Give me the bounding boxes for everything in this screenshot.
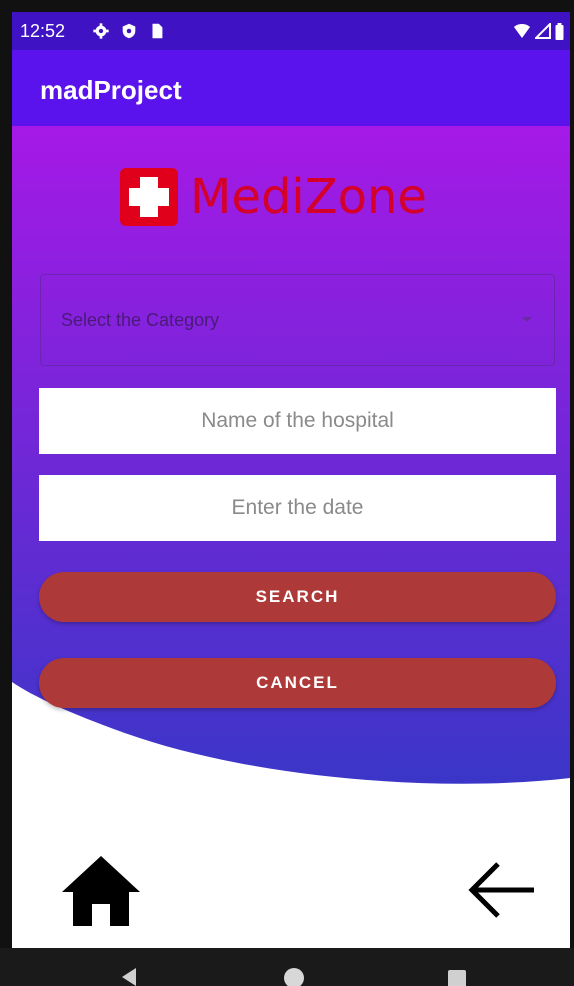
system-nav-bar bbox=[0, 948, 574, 986]
medical-cross-icon bbox=[120, 168, 178, 226]
sim-card-icon bbox=[152, 23, 163, 39]
signal-icon bbox=[535, 23, 551, 39]
home-icon[interactable] bbox=[60, 854, 142, 928]
main-content: MediZone Select the Category Name of the… bbox=[12, 126, 570, 948]
status-bar: 12:52 bbox=[12, 12, 570, 50]
status-right-icons bbox=[513, 21, 564, 41]
battery-icon bbox=[555, 22, 564, 40]
hospital-name-input[interactable]: Name of the hospital bbox=[39, 388, 556, 454]
dropdown-arrow-icon bbox=[522, 317, 532, 322]
nav-home-icon[interactable] bbox=[284, 968, 304, 986]
status-time: 12:52 bbox=[20, 21, 66, 41]
settings-icon bbox=[93, 23, 109, 39]
app-bar: madProject bbox=[12, 50, 570, 126]
logo-brand-text: MediZone bbox=[190, 169, 427, 225]
screen: 12:52 madProject MediZone Select the Cat… bbox=[12, 12, 570, 948]
shield-icon bbox=[122, 23, 136, 39]
category-select[interactable]: Select the Category bbox=[40, 274, 555, 366]
cancel-button[interactable]: CANCEL bbox=[39, 658, 556, 708]
date-input[interactable]: Enter the date bbox=[39, 475, 556, 541]
frame-left bbox=[0, 0, 12, 986]
date-placeholder: Enter the date bbox=[231, 496, 364, 519]
frame-right bbox=[570, 0, 574, 986]
arrow-left-icon[interactable] bbox=[464, 858, 536, 922]
medizone-logo: MediZone bbox=[120, 166, 427, 228]
category-select-value: Select the Category bbox=[61, 310, 220, 330]
frame-top bbox=[0, 0, 574, 12]
nav-recents-icon[interactable] bbox=[448, 970, 466, 986]
search-button[interactable]: SEARCH bbox=[39, 572, 556, 622]
wifi-icon bbox=[514, 24, 530, 38]
nav-back-icon[interactable] bbox=[122, 968, 136, 986]
device-frame: 12:52 madProject MediZone Select the Cat… bbox=[0, 0, 574, 986]
app-title: madProject bbox=[40, 75, 182, 105]
hospital-name-placeholder: Name of the hospital bbox=[201, 409, 394, 432]
